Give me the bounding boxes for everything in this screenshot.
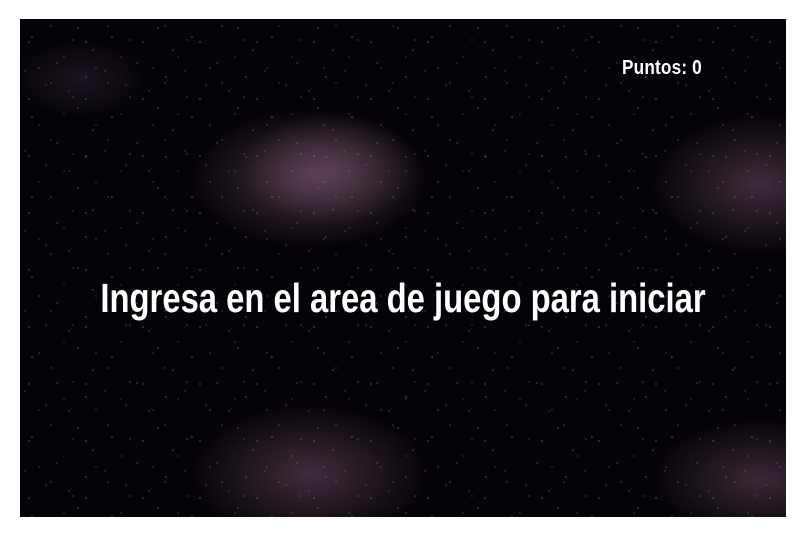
game-area[interactable]: Puntos: 0 Ingresa en el area de juego pa… <box>20 19 786 517</box>
starfield-background <box>20 19 786 517</box>
start-message: Ingresa en el area de juego para iniciar <box>100 275 706 321</box>
score-display: Puntos: 0 <box>622 57 702 79</box>
page: Puntos: 0 Ingresa en el area de juego pa… <box>0 0 807 536</box>
